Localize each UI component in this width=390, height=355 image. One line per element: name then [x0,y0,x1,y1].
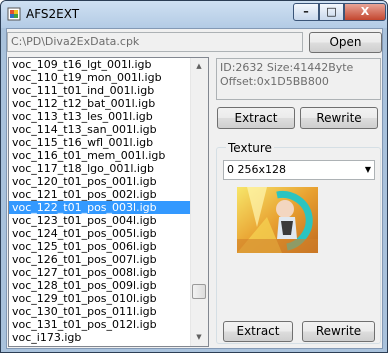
texture-preview-image [237,187,318,253]
list-item[interactable]: voc_112_t12_bat_001l.igb [9,97,192,110]
list-item[interactable]: voc_113_t13_les_001l.igb [9,110,192,123]
close-icon: X [360,5,370,18]
close-button[interactable]: X [344,3,386,21]
extract-entry-label: Extract [234,111,278,125]
list-item[interactable]: voc_109_t16_lgt_001l.igb [9,58,192,71]
texture-select[interactable]: 0 256x128 ▼ [223,160,375,180]
rewrite-entry-label: Rewrite [316,111,362,125]
list-item[interactable]: voc_123_t01_pos_004l.igb [9,214,192,227]
rewrite-texture-button[interactable]: Rewrite [302,321,375,342]
list-item[interactable]: voc_129_t01_pos_010l.igb [9,292,192,305]
list-item[interactable]: voc_124_t01_pos_005l.igb [9,227,192,240]
list-scrollbar[interactable]: ▲ ▼ [190,58,208,346]
title-bar[interactable]: AFS2EXT – □ X [1,1,387,28]
texture-select-value: 0 256x128 [227,163,286,176]
entry-info-box: ID:2632 Size:41442Byte Offset:0x1D5BB800 [216,58,381,100]
list-item[interactable]: voc_110_t19_mon_001l.igb [9,71,192,84]
extract-texture-button[interactable]: Extract [223,321,293,342]
list-item[interactable]: voc_116_t01_mem_001l.igb [9,149,192,162]
list-item[interactable]: voc_121_t01_pos_002l.igb [9,188,192,201]
window-title: AFS2EXT [26,7,80,21]
scrollbar-thumb[interactable] [192,284,206,299]
list-item[interactable]: voc_115_t16_wfl_001l.igb [9,136,192,149]
minimize-icon: – [303,5,309,18]
list-item[interactable]: voc_130_t01_pos_011l.igb [9,305,192,318]
maximize-button[interactable]: □ [319,3,344,21]
scroll-up-arrow-icon[interactable]: ▲ [191,58,207,75]
extract-texture-label: Extract [236,324,280,338]
entry-list[interactable]: voc_109_t16_lgt_001l.igb voc_110_t19_mon_… [8,57,209,347]
maximize-icon: □ [326,5,337,18]
list-item[interactable]: voc_117_t18_lgo_001l.igb [9,162,192,175]
list-item[interactable]: voc_131_t01_pos_012l.igb [9,318,192,331]
entry-info-offset: Offset:0x1D5BB800 [220,75,329,88]
client-area: C:\PD\Diva2ExData.cpk Open voc_109_t16_l… [6,28,383,349]
open-button[interactable]: Open [309,32,382,53]
list-item[interactable]: voc_114_t13_san_001l.igb [9,123,192,136]
list-item[interactable]: voc_126_t01_pos_007l.igb [9,253,192,266]
file-path-field[interactable]: C:\PD\Diva2ExData.cpk [7,32,303,52]
open-button-label: Open [329,35,362,49]
minimize-button[interactable]: – [293,3,319,21]
list-item[interactable]: voc_120_t01_pos_001l.igb [9,175,192,188]
list-item[interactable]: voc_122_t01_pos_003l.igb [9,201,192,214]
scroll-down-arrow-icon[interactable]: ▼ [191,329,207,346]
chevron-down-icon[interactable]: ▼ [365,161,371,179]
list-item[interactable]: voc_127_t01_pos_008l.igb [9,266,192,279]
list-item[interactable]: voc_128_t01_pos_009l.igb [9,279,192,292]
rewrite-entry-button[interactable]: Rewrite [300,107,378,129]
list-item[interactable]: voc_125_t01_pos_006l.igb [9,240,192,253]
entry-info-id-size: ID:2632 Size:41442Byte [220,61,354,74]
app-window: AFS2EXT – □ X C:\PD\Diva2ExData.cpk Open… [0,0,388,353]
extract-entry-button[interactable]: Extract [217,107,295,129]
texture-group-label: Texture [226,141,274,155]
rewrite-texture-label: Rewrite [315,324,362,338]
list-item[interactable]: voc_111_t01_ind_001l.igb [9,84,192,97]
entry-list-items: voc_109_t16_lgt_001l.igb voc_110_t19_mon_… [9,58,192,344]
app-icon [7,7,21,21]
list-item[interactable]: voc_i173.igb [9,331,192,344]
